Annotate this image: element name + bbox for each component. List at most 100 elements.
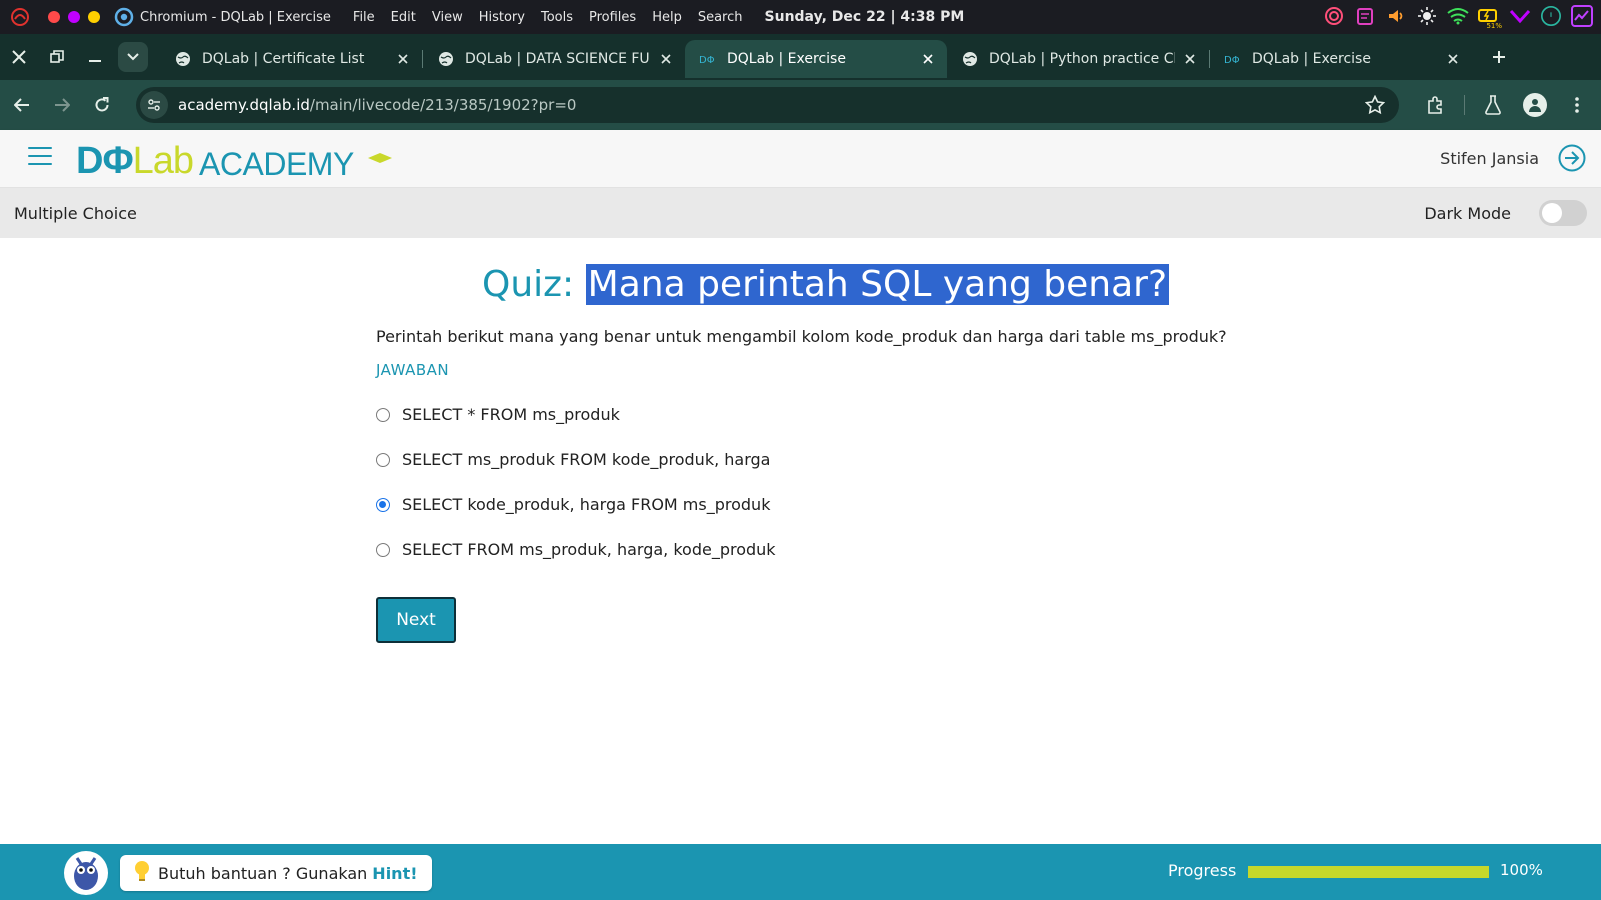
exercise-type-label: Multiple Choice xyxy=(14,204,137,223)
option-label: SELECT kode_produk, harga FROM ms_produk xyxy=(402,495,771,514)
battery-percent: 51% xyxy=(1486,22,1502,30)
browser-tab-strip: DQLab | Certificate List DQLab | DATA SC… xyxy=(0,34,1601,80)
volume-icon[interactable] xyxy=(1385,5,1407,27)
tab-exercise-active[interactable]: DΦ DQLab | Exercise xyxy=(685,40,947,78)
menu-help[interactable]: Help xyxy=(644,10,690,25)
os-top-bar: Chromium - DQLab | Exercise File Edit Vi… xyxy=(0,0,1601,34)
profile-avatar-icon[interactable] xyxy=(1517,87,1553,123)
address-bar[interactable]: academy.dqlab.id/main/livecode/213/385/1… xyxy=(136,87,1399,123)
minimize-icon[interactable] xyxy=(76,38,114,76)
globe-icon xyxy=(961,50,979,68)
radio-button-checked[interactable] xyxy=(376,497,390,512)
extensions-puzzle-icon[interactable] xyxy=(1418,87,1454,123)
menu-search[interactable]: Search xyxy=(690,10,751,25)
notes-icon[interactable] xyxy=(1354,5,1376,27)
answer-option[interactable]: SELECT * FROM ms_produk xyxy=(376,392,776,437)
menu-profiles[interactable]: Profiles xyxy=(581,10,644,25)
tab-data-science-fund[interactable]: DQLab | DATA SCIENCE FUND xyxy=(423,40,685,78)
next-button[interactable]: Next xyxy=(376,597,456,643)
dark-mode-label: Dark Mode xyxy=(1424,204,1511,223)
tab-title: DQLab | Exercise xyxy=(1252,51,1371,67)
app-name: Chromium - DQLab | Exercise xyxy=(140,9,331,25)
toolbar-divider xyxy=(1464,95,1465,115)
exercise-subheader: Multiple Choice Dark Mode xyxy=(0,188,1601,238)
progress-bar-fill xyxy=(1248,866,1489,878)
maximize-window-dot[interactable] xyxy=(88,11,100,23)
progress-label: Progress xyxy=(1168,861,1237,880)
answer-option[interactable]: SELECT ms_produk FROM kode_produk, harga xyxy=(376,437,776,482)
vpn-icon[interactable] xyxy=(1509,5,1531,27)
tab-title: DQLab | DATA SCIENCE FUND xyxy=(465,51,651,67)
toolbar-actions xyxy=(1418,87,1595,123)
radio-button[interactable] xyxy=(376,542,390,557)
url-path: /main/livecode/213/385/1902?pr=0 xyxy=(309,96,577,114)
answer-option[interactable]: SELECT FROM ms_produk, harga, kode_produ… xyxy=(376,527,776,572)
url-domain: academy.dqlab.id xyxy=(178,96,310,114)
site-settings-icon[interactable] xyxy=(140,91,168,119)
radio-button[interactable] xyxy=(376,452,390,467)
globe-icon xyxy=(437,50,455,68)
tab-exercise[interactable]: DΦ DQLab | Exercise xyxy=(1210,40,1472,78)
hint-link[interactable]: Hint! xyxy=(372,864,417,883)
dqlab-academy-logo[interactable]: DΦLab ACADEMY xyxy=(76,140,392,182)
menu-history[interactable]: History xyxy=(471,10,533,25)
brightness-icon[interactable] xyxy=(1416,5,1438,27)
close-tab-icon[interactable] xyxy=(1181,50,1199,68)
option-label: SELECT * FROM ms_produk xyxy=(402,405,620,424)
labs-flask-icon[interactable] xyxy=(1475,87,1511,123)
record-icon[interactable] xyxy=(1323,5,1345,27)
wifi-icon[interactable] xyxy=(1447,5,1469,27)
logo-academy: ACADEMY xyxy=(199,146,354,182)
menu-edit[interactable]: Edit xyxy=(383,10,424,25)
minimize-window-dot[interactable] xyxy=(68,11,80,23)
question-text: Perintah berikut mana yang benar untuk m… xyxy=(376,327,1227,346)
hamburger-menu-icon[interactable] xyxy=(28,147,52,167)
hint-button[interactable]: Butuh bantuan ? Gunakan Hint! xyxy=(120,855,432,891)
window-traffic-lights xyxy=(48,11,100,23)
os-clock[interactable]: Sunday, Dec 22 | 4:38 PM xyxy=(765,9,965,25)
dqlab-favicon-icon: DΦ xyxy=(1224,50,1242,68)
close-tab-icon[interactable] xyxy=(919,50,937,68)
dark-mode-toggle[interactable] xyxy=(1539,200,1587,226)
close-icon[interactable] xyxy=(0,38,38,76)
answer-label: JAWABAN xyxy=(376,361,450,379)
logout-icon[interactable] xyxy=(1557,143,1587,173)
close-window-dot[interactable] xyxy=(48,11,60,23)
radio-button[interactable] xyxy=(376,407,390,422)
battery-icon[interactable]: 51% xyxy=(1478,5,1502,30)
active-app: Chromium - DQLab | Exercise xyxy=(114,7,331,27)
mascot-avatar[interactable] xyxy=(64,851,108,895)
restore-window-icon[interactable] xyxy=(38,38,76,76)
tab-search-chevron-down-icon[interactable] xyxy=(118,42,148,72)
tab-title: DQLab | Exercise xyxy=(727,51,846,67)
hint-text: Butuh bantuan ? Gunakan xyxy=(158,863,368,883)
option-label: SELECT ms_produk FROM kode_produk, harga xyxy=(402,450,771,469)
tab-python-practice[interactable]: DQLab | Python practice Cha xyxy=(947,40,1209,78)
quiz-prefix: Quiz: xyxy=(482,264,575,305)
power-icon[interactable] xyxy=(1540,5,1562,27)
new-tab-plus-icon[interactable] xyxy=(1484,42,1514,72)
answer-option-selected[interactable]: SELECT kode_produk, harga FROM ms_produk xyxy=(376,482,776,527)
quiz-title: Mana perintah SQL yang benar? xyxy=(585,264,1170,305)
option-label: SELECT FROM ms_produk, harga, kode_produ… xyxy=(402,540,776,559)
kebab-menu-icon[interactable] xyxy=(1559,87,1595,123)
reload-icon[interactable] xyxy=(84,87,120,123)
url-text[interactable]: academy.dqlab.id/main/livecode/213/385/1… xyxy=(178,96,576,114)
footer-bar: Butuh bantuan ? Gunakan Hint! Progress 1… xyxy=(0,844,1601,900)
tab-certificate-list[interactable]: DQLab | Certificate List xyxy=(160,40,422,78)
activity-monitor-icon[interactable] xyxy=(1571,5,1593,27)
close-tab-icon[interactable] xyxy=(657,50,675,68)
site-header: DΦLab ACADEMY Stifen Jansia xyxy=(0,130,1601,188)
close-tab-icon[interactable] xyxy=(1444,50,1462,68)
forward-arrow-icon[interactable] xyxy=(44,87,80,123)
menu-file[interactable]: File xyxy=(345,10,383,25)
globe-icon xyxy=(174,50,192,68)
back-arrow-icon[interactable] xyxy=(4,87,40,123)
menu-tools[interactable]: Tools xyxy=(533,10,581,25)
user-name[interactable]: Stifen Jansia xyxy=(1440,149,1539,168)
close-tab-icon[interactable] xyxy=(394,50,412,68)
progress-bar xyxy=(1248,866,1489,878)
menu-view[interactable]: View xyxy=(424,10,471,25)
os-logo-icon[interactable] xyxy=(8,5,32,29)
bookmark-star-icon[interactable] xyxy=(1364,94,1386,119)
